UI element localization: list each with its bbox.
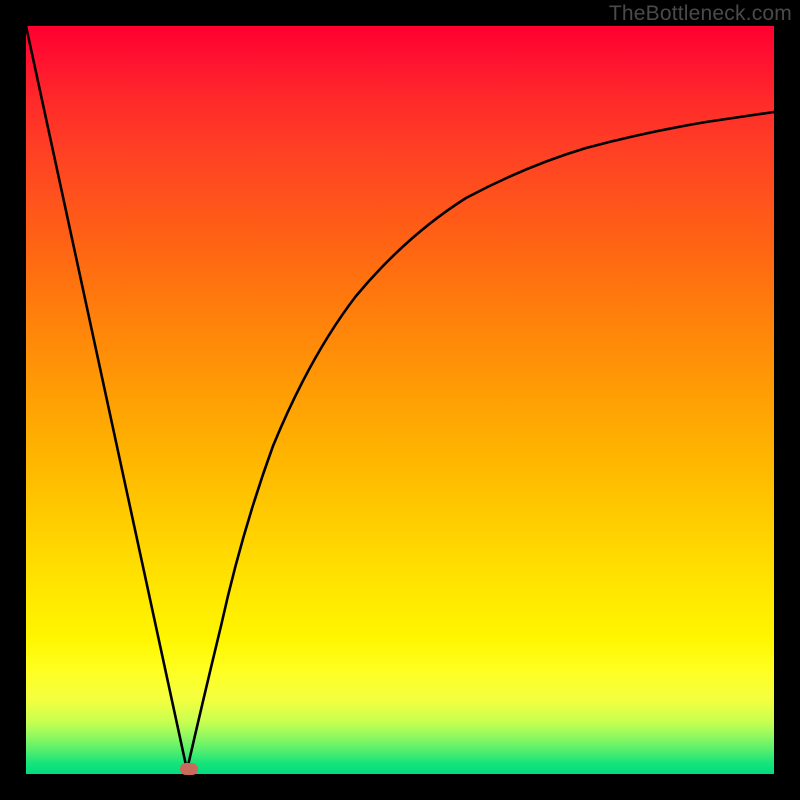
curve-right-rise	[187, 112, 774, 770]
watermark-text: TheBottleneck.com	[609, 2, 792, 26]
plot-area	[26, 26, 774, 774]
chart-frame: TheBottleneck.com	[0, 0, 800, 800]
curve-layer	[26, 26, 774, 774]
curve-left-descent	[26, 26, 187, 770]
minimum-marker	[180, 763, 198, 775]
